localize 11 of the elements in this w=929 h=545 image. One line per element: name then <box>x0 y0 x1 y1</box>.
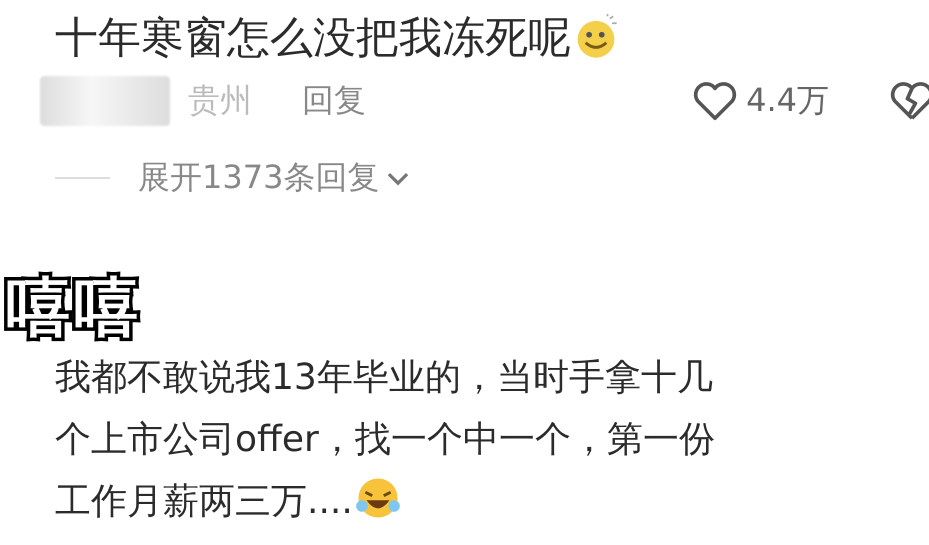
comment-text: 我都不敢说我13年毕业的，当时手拿十几 <box>55 357 713 398</box>
comment-text: 个上市公司offer，找一个中一个，第一份 <box>55 419 715 460</box>
comment-text: 工作月薪两三万.... <box>55 481 353 522</box>
comment-text: 十年寒窗怎么没把我冻死呢 <box>55 13 571 63</box>
location-label: 贵州 <box>188 80 252 121</box>
reply-button[interactable]: 回复 <box>302 79 366 123</box>
expand-replies-button[interactable]: 展开1373条回复 <box>138 156 412 200</box>
broken-heart-icon[interactable] <box>889 80 929 122</box>
heart-icon <box>692 80 738 122</box>
like-button[interactable]: 4.4万 <box>692 79 829 123</box>
username-label: 嘻嘻 <box>3 273 142 343</box>
